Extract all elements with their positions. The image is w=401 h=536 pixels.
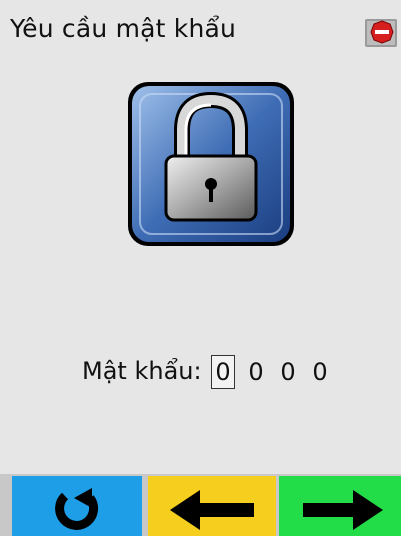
password-digit-1[interactable]: 0	[211, 355, 235, 389]
password-digit-2[interactable]: 0	[245, 357, 267, 387]
stop-sign-icon	[365, 19, 397, 47]
password-digit-3[interactable]: 0	[277, 357, 299, 387]
reset-button[interactable]	[12, 476, 142, 536]
back-button[interactable]	[148, 476, 276, 536]
arrow-left-icon	[170, 490, 254, 530]
arrow-right-icon	[303, 490, 383, 530]
page-title: Yêu cầu mật khẩu	[10, 14, 237, 43]
refresh-icon	[55, 488, 99, 530]
password-row: Mật khẩu: 0 0 0 0	[0, 355, 401, 391]
next-button[interactable]	[279, 476, 401, 536]
padlock-icon	[128, 82, 294, 246]
password-digit-4[interactable]: 0	[309, 357, 331, 387]
password-label: Mật khẩu:	[82, 357, 202, 385]
